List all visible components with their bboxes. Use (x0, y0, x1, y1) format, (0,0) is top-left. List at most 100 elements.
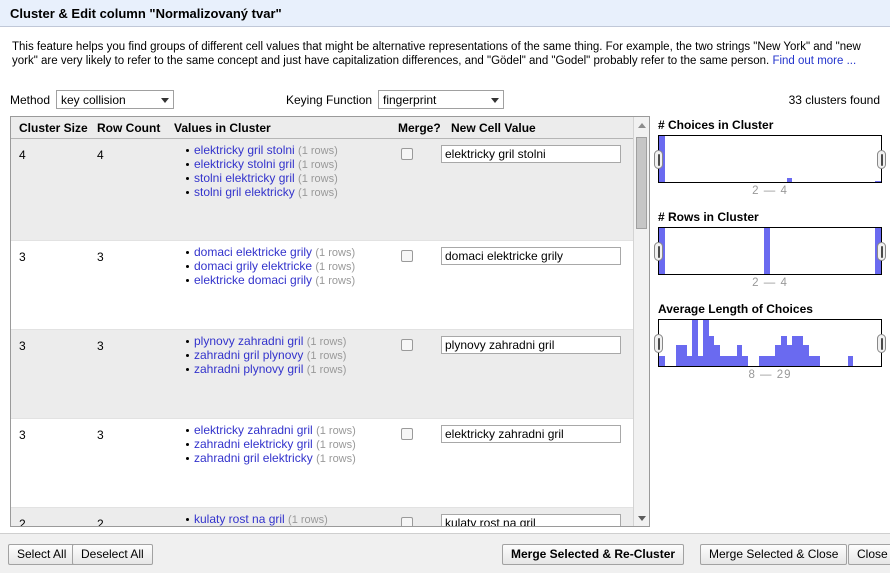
merge-checkbox[interactable] (401, 428, 413, 440)
cluster-edit-dialog: Cluster & Edit column "Normalizovaný tva… (0, 0, 890, 573)
cluster-value-count: (1 rows) (315, 261, 356, 273)
cluster-value-link[interactable]: zahradni plynovy gril (194, 362, 303, 376)
new-cell-value-input[interactable] (441, 425, 621, 443)
cluster-value-link[interactable]: zahradni gril plynovy (194, 348, 303, 362)
controls-row: Method key collision Keying Function fin… (0, 90, 890, 112)
cell-cluster-size: 2 (19, 517, 26, 526)
cell-cluster-size: 3 (19, 339, 26, 353)
histogram-bar (847, 355, 854, 366)
clusters-table: Cluster Size Row Count Values in Cluster… (10, 116, 650, 527)
method-select[interactable]: key collision (56, 90, 174, 109)
histogram-bar (764, 228, 770, 274)
merge-checkbox-wrap[interactable] (401, 339, 413, 351)
facet-title: # Choices in Cluster (658, 118, 774, 132)
cell-values: elektricky zahradni gril (1 rows) zahradn… (174, 424, 389, 466)
facet-title: Average Length of Choices (658, 302, 813, 316)
cluster-value-count: (1 rows) (316, 453, 356, 465)
caret-up-icon (638, 123, 646, 128)
deselect-all-button[interactable]: Deselect All (72, 544, 153, 565)
new-cell-value-input[interactable] (441, 145, 621, 163)
cluster-value-link[interactable]: stolni elektricky gril (194, 171, 295, 185)
range-slider-left-handle[interactable] (654, 334, 663, 353)
cluster-value-link[interactable]: zahradni elektricky gril (194, 437, 313, 451)
description-text: This feature helps you find groups of di… (12, 41, 861, 67)
merge-selected-recluster-button[interactable]: Merge Selected & Re-Cluster (502, 544, 685, 565)
histogram-bar (659, 355, 665, 366)
facet-1: # Rows in Cluster 2 — 4 (654, 210, 886, 289)
clusters-found-count: 33 clusters found (788, 93, 880, 107)
cluster-value-link[interactable]: kulaty rost na gril (194, 512, 285, 526)
range-slider-right-handle[interactable] (877, 242, 886, 261)
select-all-button[interactable]: Select All (8, 544, 76, 565)
histogram-bar (814, 355, 820, 366)
merge-checkbox-wrap[interactable] (401, 428, 413, 440)
cell-new-value (441, 336, 621, 354)
header-cluster-size: Cluster Size (19, 121, 88, 135)
cluster-value-item: zahradni plynovy gril (1 rows) (186, 363, 389, 377)
cluster-value-item: zahradni elektricky gril (1 rows) (186, 438, 389, 452)
cluster-value-link[interactable]: domaci elektricke grily (194, 245, 312, 259)
cell-cluster-size: 3 (19, 428, 26, 442)
histogram (654, 227, 886, 275)
table-row: 2 2 kulaty rost na gril (1 rows)rost na gr… (11, 508, 633, 526)
scrollbar-thumb[interactable] (636, 137, 647, 229)
merge-checkbox[interactable] (401, 148, 413, 160)
cell-cluster-size: 3 (19, 250, 26, 264)
new-cell-value-input[interactable] (441, 514, 621, 526)
merge-checkbox-wrap[interactable] (401, 148, 413, 160)
cluster-value-count: (1 rows) (306, 364, 347, 376)
table-body: 4 4 elektricky gril stolni (1 rows) elektri… (11, 139, 649, 526)
find-out-more-link[interactable]: Find out more ... (772, 55, 856, 67)
cluster-value-link[interactable]: elektricky zahradni gril (194, 423, 313, 437)
range-slider-right-handle[interactable] (877, 334, 886, 353)
cluster-value-link[interactable]: domaci grily elektricke (194, 259, 312, 273)
dialog-description: This feature helps you find groups of di… (12, 40, 880, 68)
merge-checkbox-wrap[interactable] (401, 250, 413, 262)
cluster-value-link[interactable]: zahradni gril elektricky (194, 451, 313, 465)
cell-cluster-size: 4 (19, 148, 26, 162)
merge-selected-close-button[interactable]: Merge Selected & Close (700, 544, 848, 565)
cell-values: domaci elektricke grily (1 rows) domaci g… (174, 246, 389, 288)
cell-row-count: 4 (97, 148, 104, 162)
header-new-cell-value: New Cell Value (451, 121, 536, 135)
table-scrollbar[interactable] (633, 117, 649, 526)
method-select-value: key collision (61, 93, 126, 107)
cell-new-value (441, 145, 621, 163)
histogram-bar (742, 355, 748, 366)
new-cell-value-input[interactable] (441, 247, 621, 265)
merge-checkbox-wrap[interactable] (401, 517, 413, 526)
range-slider-left-handle[interactable] (654, 242, 663, 261)
facet-range-label: 2 — 4 (752, 185, 788, 197)
cell-new-value (441, 247, 621, 265)
cluster-value-item: plynovy zahradni gril (1 rows) (186, 335, 389, 349)
range-slider-left-handle[interactable] (654, 150, 663, 169)
dialog-footer: Select All Deselect All Merge Selected &… (0, 533, 890, 573)
cluster-value-count: (1 rows) (306, 350, 347, 362)
cluster-value-count: (1 rows) (316, 425, 356, 437)
table-row: 3 3 plynovy zahradni gril (1 rows) zahradni… (11, 330, 633, 419)
range-slider-right-handle[interactable] (877, 150, 886, 169)
merge-checkbox[interactable] (401, 339, 413, 351)
new-cell-value-input[interactable] (441, 336, 621, 354)
merge-checkbox[interactable] (401, 250, 413, 262)
scroll-up-button[interactable] (634, 117, 649, 133)
cluster-value-link[interactable]: plynovy zahradni gril (194, 334, 303, 348)
cluster-value-item: zahradni gril plynovy (1 rows) (186, 349, 389, 363)
cell-values: elektricky gril stolni (1 rows) elektrick… (174, 144, 389, 200)
cell-new-value (441, 514, 621, 526)
table-row: 3 3 domaci elektricke grily (1 rows) domaci… (11, 241, 633, 330)
keying-function-select[interactable]: fingerprint (378, 90, 504, 109)
histogram-bars (659, 320, 881, 366)
close-button[interactable]: Close (848, 544, 890, 565)
cluster-value-link[interactable]: stolni gril elektricky (194, 185, 295, 199)
cluster-value-link[interactable]: elektricke domaci grily (194, 273, 312, 287)
cell-values: kulaty rost na gril (1 rows)rost na gril… (174, 513, 389, 526)
cluster-value-count: (1 rows) (315, 247, 356, 259)
method-label: Method (10, 93, 51, 107)
cluster-value-link[interactable]: elektricky gril stolni (194, 143, 295, 157)
facets-panel: # Choices in Cluster 2 — 4 # Rows in Clust… (654, 118, 886, 394)
merge-checkbox[interactable] (401, 517, 413, 526)
cluster-value-link[interactable]: elektricky stolni gril (194, 157, 295, 171)
chevron-down-icon (491, 98, 499, 103)
scroll-down-button[interactable] (634, 510, 649, 526)
